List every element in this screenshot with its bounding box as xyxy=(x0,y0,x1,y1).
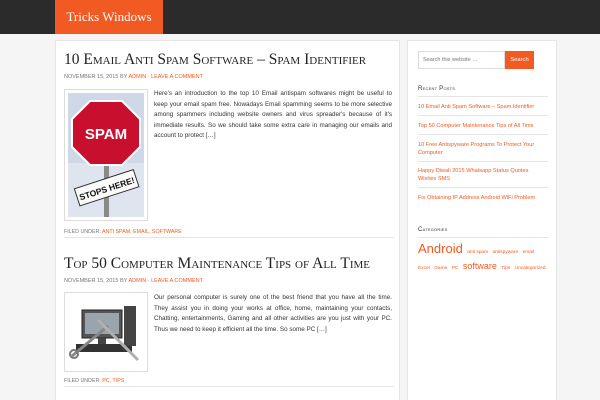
recent-post-link[interactable]: 10 Free Antispyware Programs To Protect … xyxy=(418,141,548,157)
spam-stop-sign-image: SPAM STOPS HERE! xyxy=(68,93,144,217)
leave-comment-link[interactable]: Leave a Comment xyxy=(151,278,203,284)
post-by: by xyxy=(119,74,128,80)
widget-divider xyxy=(418,134,548,135)
tag-uncategorized[interactable]: Uncategorized xyxy=(515,266,546,271)
post-author-link[interactable]: admin xyxy=(128,278,146,284)
post-meta: November 15, 2015 by admin · Leave a Com… xyxy=(64,278,203,284)
widget-divider xyxy=(418,161,548,162)
meta-separator: · xyxy=(147,74,150,80)
post-excerpt: Our personal computer is surely one of t… xyxy=(154,294,392,333)
post-thumbnail[interactable] xyxy=(64,292,148,372)
computer-tools-image xyxy=(68,296,144,368)
tag-excel[interactable]: Excel xyxy=(418,266,430,271)
widget-divider xyxy=(418,187,548,188)
search-input[interactable] xyxy=(418,51,505,69)
post-author-link[interactable]: admin xyxy=(128,74,146,80)
post-title[interactable]: 10 Email Anti Spam Software – Spam Ident… xyxy=(64,51,366,69)
widget-divider xyxy=(418,96,548,97)
recent-post-link[interactable]: Happy Diwali 2015 Whatsapp Status Quotes… xyxy=(418,167,548,183)
tag-anti-spam[interactable]: anti spam xyxy=(467,250,488,255)
meta-separator: · xyxy=(147,278,150,284)
site-logo[interactable]: Tricks Windows xyxy=(55,0,163,34)
tag-cloud: Android anti spam antispyware email Exce… xyxy=(418,241,548,275)
top-bar: Tricks Windows xyxy=(0,0,600,34)
post-date: November 15, 2015 xyxy=(64,74,119,80)
leave-comment-link[interactable]: Leave a Comment xyxy=(151,74,203,80)
recent-post-link[interactable]: Top 50 Computer Maintenance Tips of All … xyxy=(418,122,548,130)
tag-android[interactable]: Android xyxy=(418,241,463,256)
post-excerpt: Here's an introduction to the top 10 Ema… xyxy=(154,90,392,139)
post-thumbnail[interactable]: SPAM STOPS HERE! xyxy=(64,89,148,221)
post-title[interactable]: Top 50 Computer Maintenance Tips of All … xyxy=(64,255,370,273)
post-categories: Filed Under: anti spam, email, software xyxy=(64,229,182,235)
post-divider xyxy=(64,237,394,238)
post-meta: November 15, 2015 by admin · Leave a Com… xyxy=(64,74,203,80)
post-by: by xyxy=(119,278,128,284)
main-content: 10 Email Anti Spam Software – Spam Ident… xyxy=(55,40,400,400)
recent-posts-title: Recent Posts xyxy=(418,85,456,92)
search-button[interactable]: Search xyxy=(505,51,534,69)
categories-title: Categories xyxy=(418,226,448,233)
tag-antispyware[interactable]: antispyware xyxy=(493,250,519,255)
post-divider xyxy=(64,386,394,387)
category-links[interactable]: anti spam, email, software xyxy=(102,229,182,235)
filed-under-label: Filed Under: xyxy=(64,229,101,235)
sidebar: Search Recent Posts 10 Email Anti Spam S… xyxy=(407,40,557,400)
spam-sign-text: SPAM xyxy=(85,126,127,143)
tag-pc[interactable]: PC xyxy=(452,266,459,271)
filed-under-label: Filed Under: xyxy=(64,378,101,384)
tag-game[interactable]: Game xyxy=(434,266,447,271)
tag-email[interactable]: email xyxy=(523,250,534,255)
widget-divider xyxy=(418,237,548,238)
post-categories: Filed Under: PC, Tips xyxy=(64,378,124,384)
recent-post-link[interactable]: Fix Obtaining IP Address Android WiFi Pr… xyxy=(418,194,548,202)
recent-post-link[interactable]: 10 Email Anti Spam Software – Spam Ident… xyxy=(418,103,548,111)
tag-software[interactable]: software xyxy=(463,261,497,271)
post-date: November 15, 2015 xyxy=(64,278,119,284)
widget-divider xyxy=(418,115,548,116)
tag-tips[interactable]: Tips xyxy=(501,266,510,271)
category-links[interactable]: PC, Tips xyxy=(102,378,124,384)
